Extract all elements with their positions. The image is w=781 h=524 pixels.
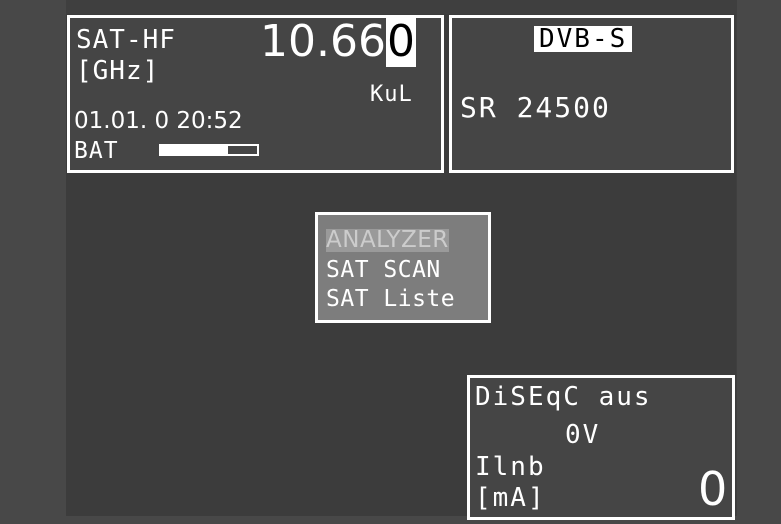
datetime-label: 01.01. 0 20:52: [74, 108, 243, 134]
battery-fill: [161, 146, 229, 154]
ilnb-value: 0: [698, 462, 728, 516]
bezel-left: [0, 0, 66, 524]
sat-hf-label: SAT-HF: [76, 25, 176, 55]
diseqc-label: DiSEqC aus: [475, 382, 652, 412]
bezel-right: [737, 0, 781, 524]
battery-bar: [159, 144, 259, 156]
frequency-digits: 10.66: [260, 16, 386, 67]
frequency-unit: [GHz]: [76, 56, 160, 86]
main-menu: ANALYZER SAT SCAN SAT Liste: [315, 212, 491, 323]
frequency-panel[interactable]: SAT-HF [GHz] 10.660 KuL 01.01. 0 20:52 B…: [67, 15, 444, 173]
battery-label: BAT: [74, 138, 119, 164]
mode-panel[interactable]: DVB-S SR 24500: [449, 15, 734, 173]
frequency-cursor-digit[interactable]: 0: [385, 16, 416, 67]
standard-label: DVB-S: [534, 26, 633, 52]
band-label: KuL: [370, 82, 413, 107]
menu-item-analyzer[interactable]: ANALYZER: [326, 229, 449, 252]
symbol-rate-label: SR 24500: [460, 91, 611, 124]
device-frame: SAT-HF [GHz] 10.660 KuL 01.01. 0 20:52 B…: [0, 0, 781, 524]
ilnb-unit: [mA]: [475, 483, 546, 513]
lnb-voltage-label: 0V: [565, 420, 601, 450]
diseqc-panel[interactable]: DiSEqC aus 0V Ilnb [mA] 0: [467, 375, 735, 520]
frequency-value[interactable]: 10.660: [260, 16, 416, 67]
ilnb-label: Ilnb: [475, 452, 546, 482]
menu-item-sat-liste[interactable]: SAT Liste: [326, 288, 455, 311]
menu-item-sat-scan[interactable]: SAT SCAN: [326, 259, 441, 282]
